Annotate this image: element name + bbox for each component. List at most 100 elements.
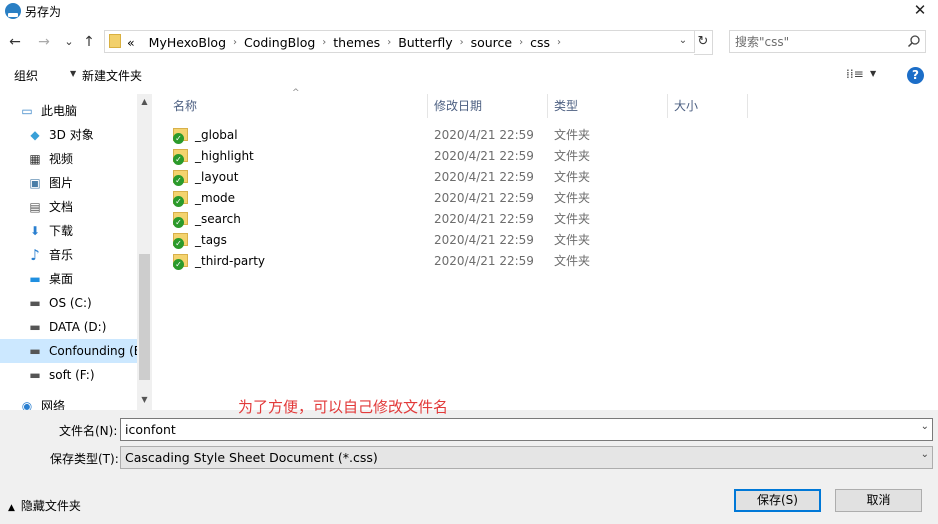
chevron-right-icon[interactable]: ›: [226, 37, 244, 48]
scroll-up-icon[interactable]: ▲: [137, 94, 152, 109]
sync-check-icon: ✓: [173, 154, 184, 165]
hide-folders-toggle[interactable]: ▲ 隐藏文件夹: [8, 497, 81, 514]
view-options-icon[interactable]: ⁞⁞≡: [846, 67, 864, 81]
file-row[interactable]: ✓ _third-party 2020/4/21 22:59 文件夹: [165, 251, 605, 272]
breadcrumb-item[interactable]: Butterfly: [398, 35, 452, 50]
sidebar-item-network[interactable]: ◉ 网络: [0, 394, 137, 410]
sync-check-icon: ✓: [173, 196, 184, 207]
sidebar-item-music[interactable]: ♪ 音乐: [0, 243, 137, 267]
title-bar: [0, 0, 938, 22]
chevron-down-icon[interactable]: ⌄: [675, 32, 691, 50]
column-header-type[interactable]: 类型: [548, 94, 668, 118]
file-name: _tags: [195, 233, 227, 247]
chevron-right-icon[interactable]: ›: [512, 37, 530, 48]
sidebar-item-pictures[interactable]: ▣ 图片: [0, 171, 137, 195]
close-button[interactable]: ✕: [902, 0, 938, 22]
documents-icon: ▤: [29, 200, 41, 214]
back-button[interactable]: ←: [6, 33, 24, 51]
caret-down-icon[interactable]: ▼: [870, 69, 876, 78]
file-row[interactable]: ✓ _tags 2020/4/21 22:59 文件夹: [165, 230, 605, 251]
sidebar-item-label: 桌面: [49, 272, 74, 286]
chevron-right-icon[interactable]: ›: [380, 37, 398, 48]
refresh-button[interactable]: ↻: [694, 30, 713, 55]
file-name: _highlight: [195, 149, 254, 163]
sidebar-item-drive-f[interactable]: ▬ soft (F:): [0, 363, 137, 387]
search-input[interactable]: [730, 31, 900, 52]
file-type: 文件夹: [554, 149, 591, 163]
sidebar-item-label: 此电脑: [41, 104, 78, 118]
file-name: _third-party: [195, 254, 266, 268]
breadcrumb-overflow[interactable]: «: [127, 35, 135, 50]
chevron-right-icon[interactable]: ›: [315, 37, 333, 48]
new-folder-button[interactable]: 新建文件夹: [82, 67, 142, 84]
breadcrumb-item[interactable]: MyHexoBlog: [149, 35, 226, 50]
sidebar-item-label: DATA (D:): [49, 320, 107, 334]
sidebar-item-label: Confounding (E: [49, 344, 137, 358]
sidebar-item-drive-d[interactable]: ▬ DATA (D:): [0, 315, 137, 339]
desktop-icon: ▬: [29, 272, 41, 286]
file-row[interactable]: ✓ _search 2020/4/21 22:59 文件夹: [165, 209, 605, 230]
sidebar-item-downloads[interactable]: ⬇ 下载: [0, 219, 137, 243]
3d-objects-icon: ◆: [30, 128, 40, 142]
sidebar-item-documents[interactable]: ▤ 文档: [0, 195, 137, 219]
address-bar[interactable]: « MyHexoBlog › CodingBlog › themes › Butter…: [104, 30, 695, 53]
caret-down-icon[interactable]: ▼: [70, 69, 76, 78]
sidebar-item-drive-e[interactable]: ▬ Confounding (E: [0, 339, 137, 363]
sort-ascending-icon: ^: [292, 88, 300, 98]
save-button[interactable]: 保存(S): [734, 489, 821, 512]
sidebar-item-label: 图片: [49, 176, 74, 190]
chevron-right-icon[interactable]: ›: [550, 37, 568, 48]
sidebar-item-desktop[interactable]: ▬ 桌面: [0, 267, 137, 291]
chevron-right-icon[interactable]: ›: [453, 37, 471, 48]
computer-icon: ▭: [21, 104, 33, 118]
up-button[interactable]: ↑: [80, 33, 98, 51]
file-type: 文件夹: [554, 254, 591, 268]
sidebar-item-label: OS (C:): [49, 296, 92, 310]
search-icon[interactable]: [907, 34, 921, 48]
sidebar-item-3d-objects[interactable]: ◆ 3D 对象: [0, 123, 137, 147]
file-modified: 2020/4/21 22:59: [434, 254, 534, 268]
sidebar-item-label: 3D 对象: [49, 128, 94, 142]
filetype-select[interactable]: Cascading Style Sheet Document (*.css) ⌄: [120, 446, 933, 469]
chevron-down-icon[interactable]: ⌄: [921, 449, 929, 460]
file-row[interactable]: ✓ _global 2020/4/21 22:59 文件夹: [165, 125, 605, 146]
folder-icon: [109, 34, 121, 48]
breadcrumb-item[interactable]: source: [471, 35, 513, 50]
file-type: 文件夹: [554, 191, 591, 205]
forward-button[interactable]: →: [35, 33, 53, 51]
file-row[interactable]: ✓ _mode 2020/4/21 22:59 文件夹: [165, 188, 605, 209]
sidebar-scrollbar-thumb[interactable]: [139, 254, 150, 380]
filename-combobox[interactable]: ⌄: [120, 418, 933, 441]
file-name: _layout: [195, 170, 239, 184]
file-type: 文件夹: [554, 233, 591, 247]
file-modified: 2020/4/21 22:59: [434, 212, 534, 226]
file-row[interactable]: ✓ _highlight 2020/4/21 22:59 文件夹: [165, 146, 605, 167]
recent-locations-button[interactable]: ⌄: [60, 33, 78, 51]
breadcrumb-item[interactable]: css: [530, 35, 550, 50]
search-box[interactable]: [729, 30, 926, 53]
scroll-down-icon[interactable]: ▼: [137, 392, 152, 407]
breadcrumb-item[interactable]: themes: [333, 35, 380, 50]
organize-menu[interactable]: 组织: [14, 67, 38, 84]
column-header-modified[interactable]: 修改日期: [428, 94, 548, 118]
filename-input[interactable]: [121, 419, 915, 440]
window-title: 另存为: [25, 5, 62, 19]
drive-icon: ▬: [29, 320, 41, 334]
sync-check-icon: ✓: [173, 238, 184, 249]
breadcrumb-item[interactable]: CodingBlog: [244, 35, 315, 50]
cancel-button[interactable]: 取消: [835, 489, 922, 512]
file-type: 文件夹: [554, 170, 591, 184]
filename-label: 文件名(N):: [59, 424, 118, 438]
sidebar-item-videos[interactable]: ▦ 视频: [0, 147, 137, 171]
file-row[interactable]: ✓ _layout 2020/4/21 22:59 文件夹: [165, 167, 605, 188]
sidebar-item-label: soft (F:): [49, 368, 95, 382]
drive-icon: ▬: [29, 296, 41, 310]
sidebar-item-this-pc[interactable]: ▭ 此电脑: [0, 99, 137, 123]
column-header-size[interactable]: 大小: [668, 94, 748, 118]
network-icon: ◉: [21, 399, 33, 410]
chevron-down-icon[interactable]: ⌄: [921, 421, 929, 432]
pictures-icon: ▣: [29, 176, 41, 190]
help-icon[interactable]: ?: [907, 67, 924, 84]
sidebar-item-drive-c[interactable]: ▬ OS (C:): [0, 291, 137, 315]
drive-icon: ▬: [29, 344, 41, 358]
